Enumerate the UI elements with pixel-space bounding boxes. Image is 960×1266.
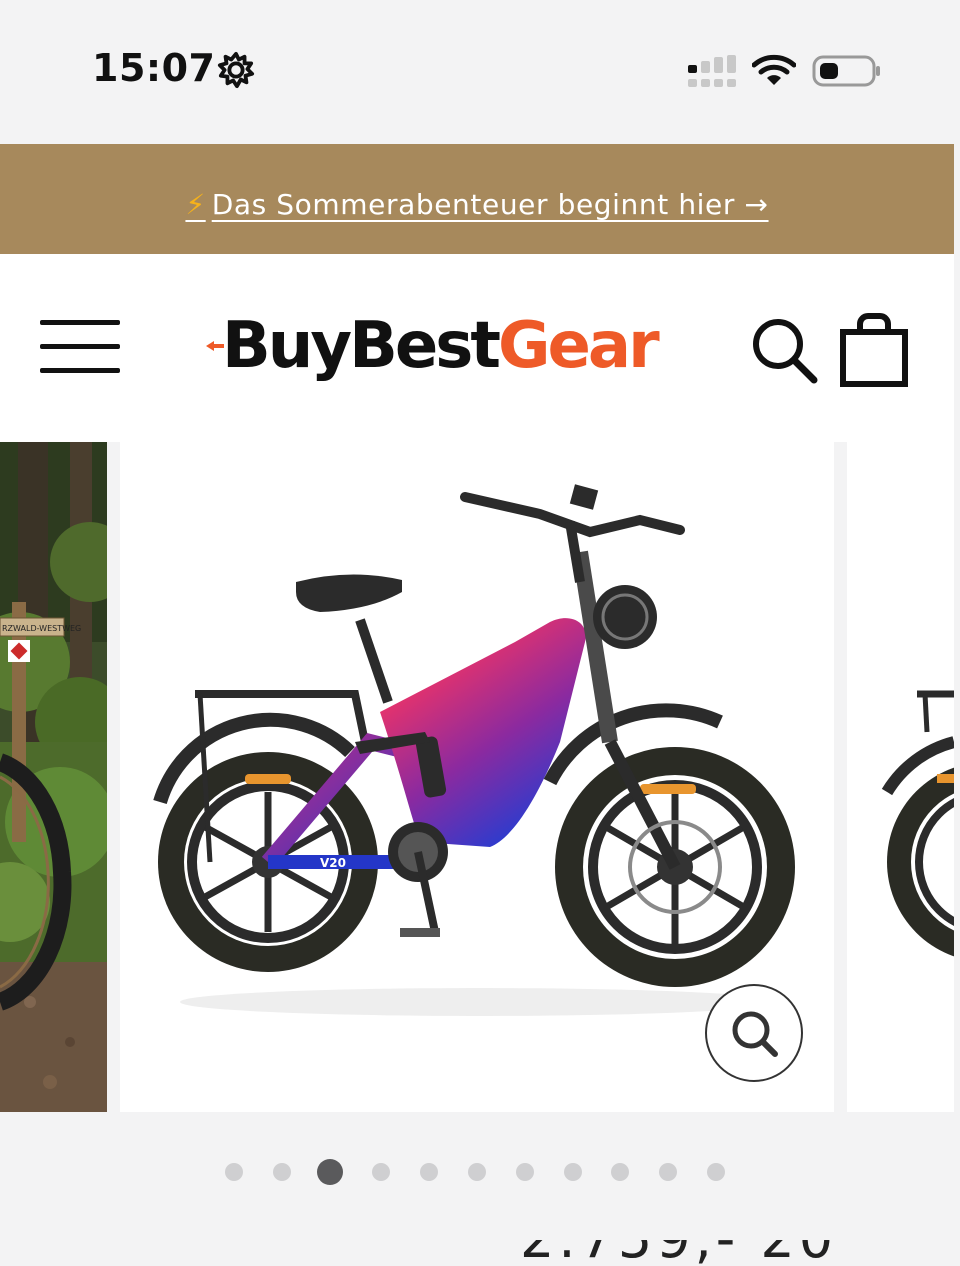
shopping-bag-icon[interactable] [838,312,910,388]
pagination-dot[interactable] [468,1163,486,1181]
pagination-dot[interactable] [420,1163,439,1181]
pagination-dot[interactable] [515,1163,534,1181]
price-peek: 2.759,- 20" [520,1240,960,1266]
trail-scene-image: RZWALD-WESTWEG [0,442,107,1112]
price-text: 2.759,- 20" [520,1240,866,1266]
lightning-icon: ⚡ [185,187,206,221]
status-time: 15:07 [92,46,216,90]
zoom-icon [732,1011,778,1057]
brand-name: BuyBestGear [222,314,660,378]
pagination-dot[interactable] [611,1163,630,1181]
wifi-icon [752,54,796,85]
gallery-slide-active[interactable]: V20 [120,442,834,1112]
zoom-button[interactable] [705,984,803,1082]
brand-name-part1: BuyBest [222,309,501,383]
gear-icon [217,51,255,89]
status-bar: 15:07 [0,0,960,144]
cellular-signal-icon [688,55,736,87]
battery-icon [812,55,880,87]
promo-banner: ⚡ Das Sommerabenteuer beginnt hier → [0,144,954,254]
svg-text:RZWALD-WESTWEG: RZWALD-WESTWEG [2,624,81,633]
product-model-label: V20 [320,856,346,870]
site-header: BuyBestGear [0,254,954,442]
brand-logo[interactable]: BuyBestGear [206,300,660,392]
promo-link[interactable]: ⚡ Das Sommerabenteuer beginnt hier → [185,188,768,221]
product-gallery[interactable]: RZWALD-WESTWEG V20 [0,442,960,1112]
promo-text: Das Sommerabenteuer beginnt hier → [211,187,769,221]
menu-button[interactable] [40,318,122,376]
pagination-dot[interactable] [225,1163,243,1181]
brand-name-accent: Gear [497,309,660,383]
pagination-dot[interactable] [563,1163,582,1181]
gallery-slide-next[interactable] [847,442,954,1112]
pagination-dot[interactable] [372,1163,391,1181]
search-icon[interactable] [748,314,820,386]
pagination-dot[interactable] [659,1163,678,1181]
gallery-slide-previous[interactable]: RZWALD-WESTWEG [0,442,107,1112]
pagination-dot[interactable] [707,1163,725,1181]
pagination-dot-active[interactable] [316,1159,343,1185]
gallery-pagination [0,1150,960,1194]
menu-icon [40,320,120,325]
e-bike-product-image-next [847,442,954,1112]
pagination-dot[interactable] [272,1163,291,1181]
